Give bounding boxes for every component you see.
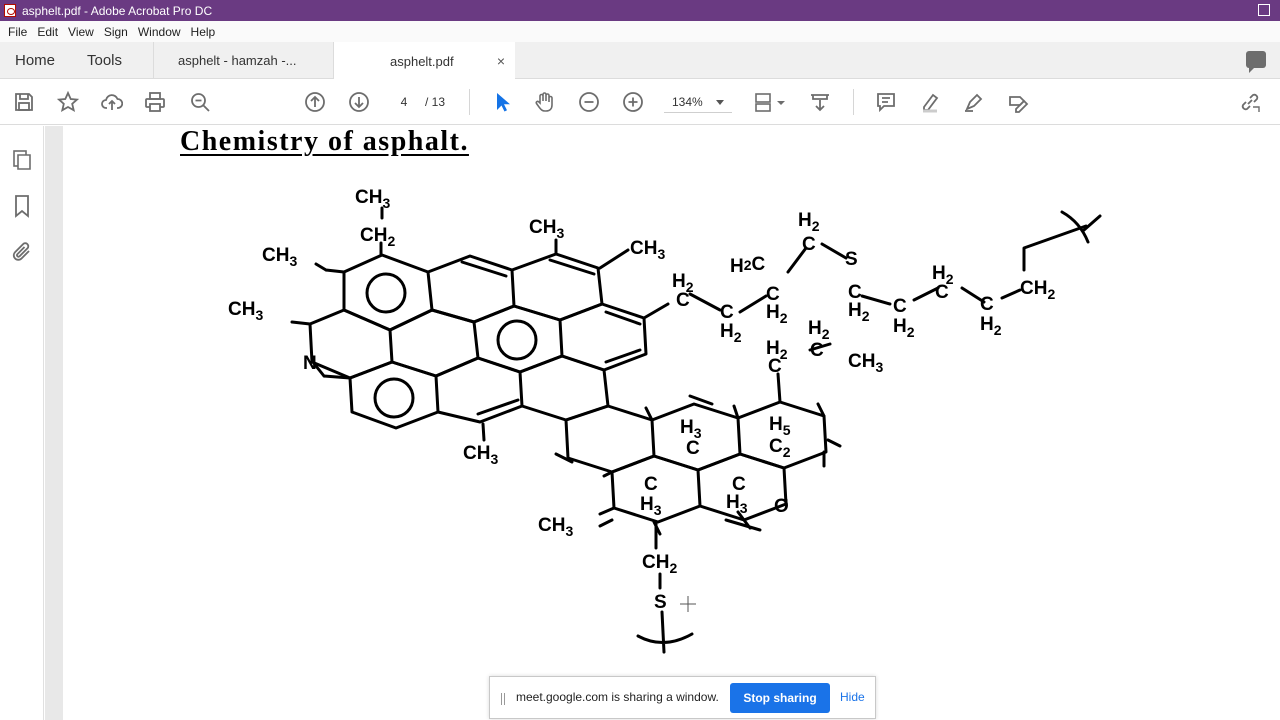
upload-cloud-icon[interactable] [100, 90, 124, 114]
scroll-mode-icon[interactable] [808, 90, 832, 114]
tab-home[interactable]: Home [15, 42, 55, 79]
toolbar-separator [853, 89, 854, 115]
page-thumbnails-icon[interactable] [10, 148, 34, 172]
screen-share-banner: meet.google.com is sharing a window. Sto… [489, 676, 876, 719]
menu-sign[interactable]: Sign [100, 25, 134, 39]
sign-pen-icon[interactable] [962, 90, 986, 114]
left-navigation-pane [0, 126, 44, 720]
zoom-search-icon[interactable] [188, 90, 212, 114]
restore-window-button[interactable] [1258, 4, 1270, 16]
menu-view[interactable]: View [64, 25, 100, 39]
close-tab-icon[interactable]: × [497, 53, 505, 69]
tab-bar: Home Tools asphelt - hamzah -... asphelt… [0, 42, 1280, 80]
menu-edit[interactable]: Edit [33, 25, 64, 39]
print-icon[interactable] [143, 90, 167, 114]
select-cursor-icon[interactable] [490, 90, 514, 114]
acrobat-app-icon [4, 4, 16, 17]
stop-sharing-button[interactable]: Stop sharing [730, 683, 830, 713]
pdf-page [63, 126, 1280, 720]
comment-icon[interactable] [874, 90, 898, 114]
menu-bar: File Edit View Sign Window Help [0, 21, 1280, 42]
share-link-icon[interactable] [1238, 90, 1262, 114]
tab-document-2[interactable]: asphelt.pdf × [333, 42, 515, 80]
tab-document-2-label: asphelt.pdf [390, 53, 454, 69]
next-page-icon[interactable] [347, 90, 371, 114]
chevron-down-icon [716, 100, 724, 105]
window-title: asphelt.pdf - Adobe Acrobat Pro DC [22, 3, 213, 18]
page-layout-icon[interactable] [752, 90, 788, 114]
page-heading: Chemistry of asphalt. [180, 126, 469, 157]
document-viewer[interactable] [45, 126, 1280, 720]
menu-file[interactable]: File [4, 25, 33, 39]
current-page-input[interactable]: 4 [389, 91, 419, 113]
previous-page-icon[interactable] [303, 90, 327, 114]
hide-banner-link[interactable]: Hide [840, 690, 865, 704]
menu-help[interactable]: Help [187, 25, 222, 39]
tab-tools[interactable]: Tools [87, 42, 122, 79]
fill-sign-icon[interactable] [1006, 90, 1030, 114]
drag-handle-icon[interactable] [501, 693, 505, 705]
total-pages: / 13 [425, 95, 446, 109]
bookmarks-icon[interactable] [10, 194, 34, 218]
menu-window[interactable]: Window [134, 25, 187, 39]
comment-panel-icon[interactable] [1246, 51, 1266, 73]
save-icon[interactable] [12, 90, 36, 114]
zoom-in-icon[interactable] [621, 90, 645, 114]
hand-tool-icon[interactable] [533, 90, 557, 114]
toolbar [0, 79, 1280, 125]
tab-document-1[interactable]: asphelt - hamzah -... [153, 42, 333, 79]
title-bar: asphelt.pdf - Adobe Acrobat Pro DC [0, 0, 1280, 21]
zoom-out-icon[interactable] [577, 90, 601, 114]
tab-document-1-label: asphelt - hamzah -... [178, 53, 297, 68]
zoom-level-value: 134% [672, 95, 703, 109]
bookmark-star-icon[interactable] [56, 90, 80, 114]
share-message: meet.google.com is sharing a window. [516, 690, 719, 704]
attachment-icon[interactable] [10, 240, 34, 264]
zoom-level-select[interactable]: 134% [664, 91, 732, 113]
highlight-pen-icon[interactable] [918, 90, 942, 114]
toolbar-separator [469, 89, 470, 115]
